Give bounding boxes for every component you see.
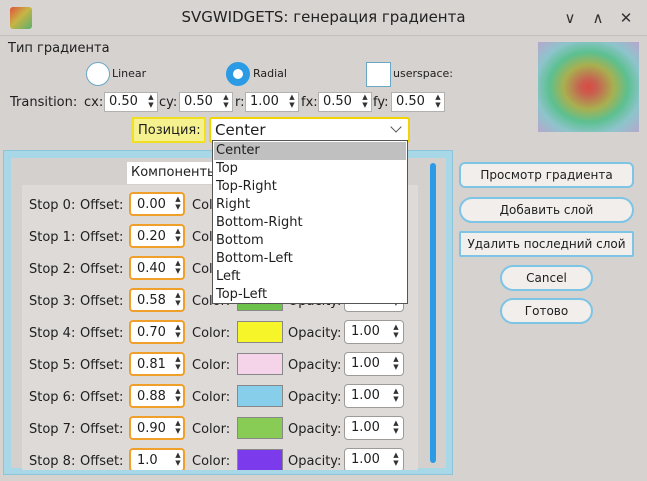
delete-last-layer-button[interactable]: Удалить последний слой (459, 231, 634, 257)
opacity-stepper-icon[interactable]: ▲▼ (391, 387, 401, 405)
dropdown-option[interactable]: Top-Left (214, 286, 406, 304)
stop-row: Stop 6: Offset: 0.88 ▲ ▼ Color: Opacity: 1.00 ▲ ▼ (22, 384, 418, 412)
fx-stepper-icon[interactable]: ▲ ▼ (360, 93, 370, 111)
minimize-icon[interactable]: ∨ (560, 8, 580, 28)
offset-label: Offset: (80, 422, 124, 437)
close-icon[interactable]: ✕ (616, 8, 636, 28)
scrollbar-thumb[interactable] (430, 163, 436, 463)
stop-name-label: Stop 5: (29, 358, 76, 373)
dropdown-option[interactable]: Top (214, 160, 406, 178)
stop-row: Stop 4: Offset: 0.70 ▲ ▼ Color: Opacity: 1.00 ▲ ▼ (22, 320, 418, 348)
color-swatch-button[interactable] (237, 353, 283, 375)
offset-label: Offset: (80, 454, 124, 469)
offset-stepper-icon[interactable]: ▲ ▼ (173, 355, 183, 373)
offset-stepper-icon[interactable]: ▲ ▼ (173, 227, 183, 245)
offset-label: Offset: (80, 390, 124, 405)
components-scrollbar[interactable] (429, 163, 437, 463)
window-title: SVGWIDGETS: генерация градиента (181, 8, 466, 26)
offset-stepper-icon[interactable]: ▲ ▼ (173, 259, 183, 277)
opacity-stepper-icon[interactable]: ▲▼ (391, 419, 401, 437)
offset-label: Offset: (80, 358, 124, 373)
dropdown-option[interactable]: Bottom-Right (214, 214, 406, 232)
position-label: Позиция: (132, 117, 206, 143)
maximize-icon[interactable]: ∧ (588, 8, 608, 28)
cx-label: cx: (84, 95, 104, 110)
transition-label: Transition: (10, 95, 78, 110)
offset-label: Offset: (80, 262, 124, 277)
r-stepper-icon[interactable]: ▲ ▼ (287, 93, 297, 111)
radial-label: Radial (253, 67, 287, 80)
fx-label: fx: (301, 95, 318, 110)
opacity-label: Opacity: (288, 358, 342, 373)
stop-name-label: Stop 7: (29, 422, 76, 437)
offset-label: Offset: (80, 198, 124, 213)
userspace-checkbox[interactable] (366, 62, 391, 87)
opacity-label: Opacity: (288, 326, 342, 341)
dropdown-option[interactable]: Center (214, 142, 406, 160)
position-combobox-value: Center (215, 121, 266, 139)
color-swatch-button[interactable] (237, 449, 283, 470)
fy-stepper-icon[interactable]: ▲ ▼ (433, 93, 443, 111)
offset-stepper-icon[interactable]: ▲ ▼ (173, 419, 183, 437)
stop-name-label: Stop 1: (29, 230, 76, 245)
dropdown-option[interactable]: Top-Right (214, 178, 406, 196)
offset-stepper-icon[interactable]: ▲ ▼ (173, 323, 183, 341)
opacity-stepper-icon[interactable]: ▲▼ (391, 323, 401, 341)
opacity-label: Opacity: (288, 454, 342, 469)
offset-stepper-icon[interactable]: ▲ ▼ (173, 291, 183, 309)
offset-label: Offset: (80, 294, 124, 309)
stop-name-label: Stop 8: (29, 454, 76, 469)
color-swatch-button[interactable] (237, 417, 283, 439)
offset-label: Offset: (80, 326, 124, 341)
color-label: Color: (192, 358, 231, 373)
stop-row: Stop 7: Offset: 0.90 ▲ ▼ Color: Opacity: 1.00 ▲ ▼ (22, 416, 418, 444)
add-layer-button[interactable]: Добавить слой (459, 197, 634, 223)
r-label: r: (235, 95, 245, 110)
userspace-label: userspace: (393, 67, 453, 80)
cy-label: cy: (159, 95, 178, 110)
stop-name-label: Stop 6: (29, 390, 76, 405)
opacity-stepper-icon[interactable]: ▲▼ (391, 451, 401, 469)
offset-label: Offset: (80, 230, 124, 245)
dropdown-option[interactable]: Bottom (214, 232, 406, 250)
cancel-button[interactable]: Cancel (500, 265, 593, 291)
opacity-label: Opacity: (288, 390, 342, 405)
gradient-type-label: Тип градиента (8, 41, 110, 56)
color-label: Color: (192, 326, 231, 341)
stop-name-label: Stop 3: (29, 294, 76, 309)
color-swatch-button[interactable] (237, 385, 283, 407)
done-button[interactable]: Готово (500, 298, 593, 324)
offset-stepper-icon[interactable]: ▲ ▼ (173, 387, 183, 405)
dropdown-option[interactable]: Right (214, 196, 406, 214)
opacity-label: Opacity: (288, 422, 342, 437)
dropdown-option[interactable]: Bottom-Left (214, 250, 406, 268)
color-swatch-button[interactable] (237, 321, 283, 343)
fy-label: fy: (373, 95, 389, 110)
opacity-stepper-icon[interactable]: ▲▼ (391, 355, 401, 373)
gradient-preview-swatch (538, 42, 639, 132)
color-label: Color: (192, 390, 231, 405)
cy-stepper-icon[interactable]: ▲ ▼ (221, 93, 231, 111)
dropdown-option[interactable]: Left (214, 268, 406, 286)
radial-radio[interactable] (226, 62, 250, 86)
linear-radio[interactable] (86, 62, 110, 86)
color-label: Color: (192, 454, 231, 469)
cx-stepper-icon[interactable]: ▲ ▼ (146, 93, 156, 111)
stop-name-label: Stop 0: (29, 198, 76, 213)
stop-row: Stop 5: Offset: 0.81 ▲ ▼ Color: Opacity: 1.00 ▲ ▼ (22, 352, 418, 380)
position-dropdown-list[interactable]: Center Top Top-Right Right Bottom-Right Botto… (212, 140, 408, 304)
stop-name-label: Stop 4: (29, 326, 76, 341)
offset-stepper-icon[interactable]: ▲ ▼ (173, 195, 183, 213)
stop-name-label: Stop 2: (29, 262, 76, 277)
chevron-down-icon (390, 121, 402, 133)
offset-stepper-icon[interactable]: ▲ ▼ (173, 451, 183, 469)
stop-row: Stop 8: Offset: 1.0 ▲ ▼ Color: Opacity: 1.00 ▲ ▼ (22, 448, 418, 470)
linear-label: Linear (112, 67, 147, 80)
preview-gradient-button[interactable]: Просмотр градиента (459, 162, 634, 188)
color-label: Color: (192, 422, 231, 437)
